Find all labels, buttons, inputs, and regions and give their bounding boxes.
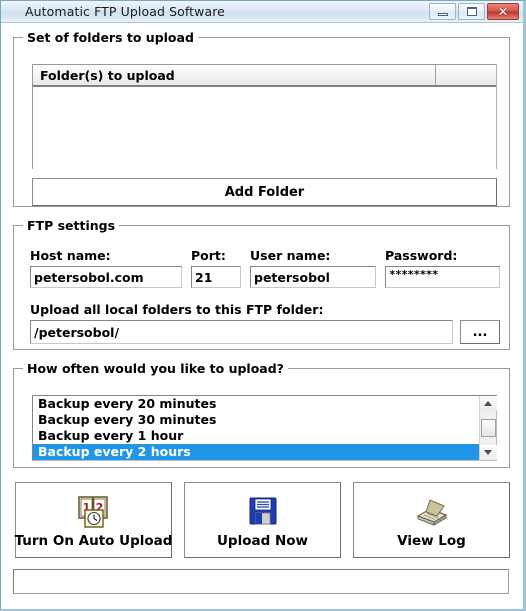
status-bar [13,569,509,594]
chevron-down-icon [484,450,492,455]
schedule-clock-icon: 1 2 [75,491,113,531]
folders-group-title: Set of folders to upload [23,30,198,45]
floppy-disk-icon [245,491,281,531]
open-book-icon [412,491,452,531]
schedule-listbox[interactable]: Backup every 20 minutes Backup every 30 … [32,395,497,461]
schedule-scrollbar[interactable] [479,396,497,460]
list-item-selected[interactable]: Backup every 2 hours [33,444,479,460]
caption-button-group: ✕ [429,3,519,20]
folders-group: Set of folders to upload Folder(s) to up… [13,30,510,207]
upload-now-label: Upload Now [216,533,309,549]
application-window: Automatic FTP Upload Software ✕ Set of f… [0,0,526,611]
column-header-folders[interactable]: Folder(s) to upload [33,65,436,86]
folder-list[interactable]: Folder(s) to upload [32,64,497,170]
upload-now-button[interactable]: Upload Now [184,482,341,558]
title-bar[interactable]: Automatic FTP Upload Software ✕ [1,1,523,23]
view-log-button[interactable]: View Log [353,482,510,558]
host-name-input[interactable]: petersobol.com [30,266,182,288]
folder-list-rows[interactable] [33,87,496,170]
close-icon: ✕ [497,4,509,19]
schedule-item-container: Backup every 20 minutes Backup every 30 … [33,396,479,460]
scrollbar-track[interactable] [480,411,496,445]
list-item[interactable]: Backup every 30 minutes [33,412,479,428]
list-item[interactable]: Backup every 20 minutes [33,396,479,412]
scroll-up-button[interactable] [479,396,497,411]
port-label: Port: [191,248,226,263]
folder-list-header: Folder(s) to upload [33,65,496,87]
schedule-group-title: How often would you like to upload? [23,361,288,376]
window-title: Automatic FTP Upload Software [25,4,225,19]
remote-folder-input[interactable]: /petersobol/ [30,320,453,344]
turn-on-auto-upload-label: Turn On Auto Upload [14,533,173,549]
column-header-extra[interactable] [436,65,496,86]
port-input[interactable]: 21 [191,266,241,288]
minimize-button[interactable] [429,3,456,20]
browse-remote-folder-button[interactable]: ... [460,320,500,344]
password-label: Password: [385,248,458,263]
ftp-settings-group-title: FTP settings [23,218,120,233]
turn-on-auto-upload-button[interactable]: 1 2 Turn On Auto Upload [15,482,172,558]
ftp-settings-group: FTP settings Host name: petersobol.com P… [13,218,510,350]
list-item[interactable]: Backup every 1 hour [33,428,479,444]
client-area: Set of folders to upload Folder(s) to up… [1,23,523,609]
scrollbar-thumb[interactable] [480,419,496,437]
maximize-button[interactable] [458,3,485,20]
maximize-icon [466,7,477,16]
user-name-input[interactable]: petersobol [250,266,376,288]
schedule-group: How often would you like to upload? Back… [13,361,510,468]
scroll-down-button[interactable] [479,445,497,460]
view-log-label: View Log [397,533,466,549]
close-button[interactable]: ✕ [487,3,519,20]
add-folder-button[interactable]: Add Folder [32,178,497,206]
user-name-label: User name: [250,248,331,263]
browse-button-label: ... [472,324,488,340]
add-folder-label: Add Folder [224,184,305,200]
chevron-up-icon [484,401,492,406]
remote-folder-label: Upload all local folders to this FTP fol… [30,302,324,317]
host-name-label: Host name: [30,248,111,263]
password-input[interactable]: ******** [385,266,500,288]
minimize-icon [437,12,448,16]
